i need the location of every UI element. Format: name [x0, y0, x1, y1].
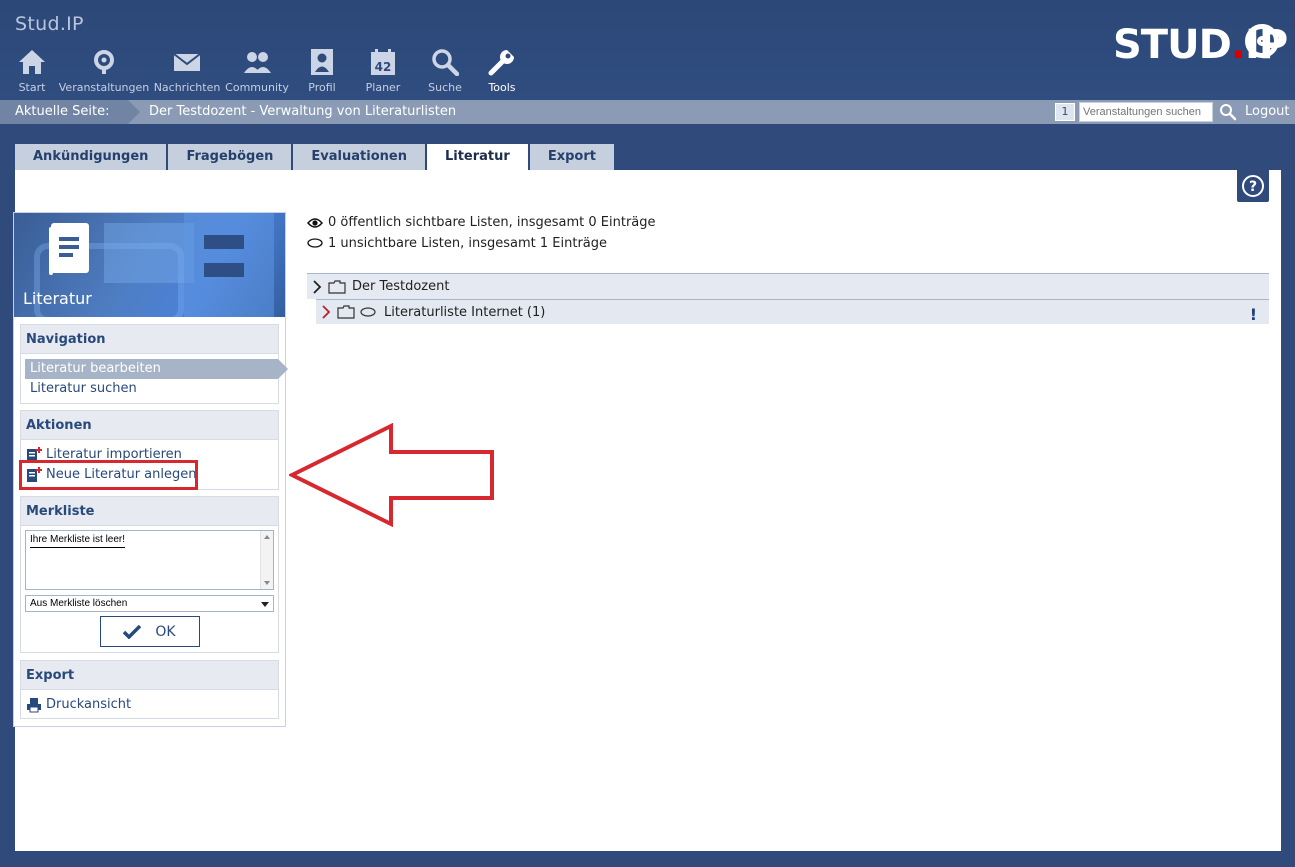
nav-label: Community [225, 81, 289, 94]
search-icon [429, 46, 461, 78]
merkliste-action-select[interactable]: Aus Merkliste löschen [25, 595, 274, 612]
nav-planer[interactable]: 42 Planer [356, 46, 410, 94]
tab-export[interactable]: Export [529, 144, 614, 170]
tab-evaluationen[interactable]: Evaluationen [293, 144, 425, 170]
nav-suche[interactable]: Suche [416, 46, 474, 94]
merkliste-empty-text: Ihre Merkliste ist leer! [30, 534, 126, 548]
nav-tools[interactable]: Tools [480, 46, 524, 94]
nav-veranstaltungen[interactable]: Veranstaltungen [58, 46, 150, 94]
tab-literatur[interactable]: Literatur [426, 144, 528, 171]
section-title: Export [21, 661, 278, 690]
top-header: Stud.IP Start Veranstaltungen Nachrichte… [0, 0, 1295, 100]
section-title: Navigation [21, 325, 278, 354]
logo-ring-icon [1245, 24, 1279, 58]
sidebar-navigation: Navigation Literatur bearbeiten Literatu… [20, 324, 288, 404]
nav-label: Nachrichten [153, 81, 221, 94]
sidebar-item-literatur-bearbeiten[interactable]: Literatur bearbeiten [25, 359, 288, 379]
nav-label: Tools [488, 81, 516, 94]
ok-label: OK [155, 623, 176, 640]
tab-ankuendigungen[interactable]: Ankündigungen [15, 144, 167, 170]
public-lists-text: 0 öffentlich sichtbare Listen, insgesamt… [328, 215, 656, 230]
chevron-right-icon[interactable] [321, 305, 331, 319]
print-view-link[interactable]: Druckansicht [21, 695, 278, 715]
eye-closed-icon [360, 306, 376, 318]
annotation-arrow-icon [287, 422, 497, 531]
merkliste-scrollbar[interactable] [260, 531, 273, 589]
nav-community[interactable]: Community [225, 46, 289, 94]
search-icon[interactable] [1219, 103, 1237, 121]
eye-icon [307, 217, 323, 229]
hidden-lists-stat: 1 unsichtbare Listen, insgesamt 1 Einträ… [307, 236, 607, 251]
help-button[interactable]: ? [1237, 170, 1269, 202]
section-title: Aktionen [21, 411, 278, 440]
eye-closed-icon [307, 237, 323, 250]
merkliste-select-value: Aus Merkliste löschen [30, 598, 128, 609]
breadcrumb-path: Der Testdozent - Verwaltung von Literatu… [149, 104, 457, 119]
tab-frageboegen[interactable]: Fragebögen [168, 144, 292, 170]
calendar-icon: 42 [367, 46, 399, 78]
checkmark-icon [123, 624, 142, 639]
nav-start[interactable]: Start [10, 46, 54, 94]
svg-text:?: ? [1249, 179, 1257, 195]
literature-tree: Der Testdozent Literaturliste Internet (… [307, 273, 1269, 324]
main-panel: ? Literatur Navigation Literatur bearbei… [13, 170, 1281, 851]
nav-label: Veranstaltungen [58, 81, 150, 94]
community-icon [241, 46, 273, 78]
tree-root-row[interactable]: Der Testdozent [307, 274, 1269, 299]
chevron-right-icon[interactable] [312, 279, 322, 294]
nav-profil[interactable]: Profil [294, 46, 350, 94]
tab-bar: Ankündigungen Fragebögen Evaluationen Li… [15, 144, 616, 171]
breadcrumb-label: Aktuelle Seite: [0, 100, 140, 124]
tree-root-label: Der Testdozent [352, 279, 450, 294]
merkliste-listbox[interactable]: Ihre Merkliste ist leer! [25, 530, 274, 590]
warning-marker-icon: ! [1249, 305, 1257, 324]
folder-icon [328, 279, 346, 294]
print-view-label: Druckansicht [46, 697, 132, 712]
sidebar-export: Export Druckansicht [20, 660, 279, 719]
nav-label: Start [18, 81, 46, 94]
course-count-badge: 1 [1055, 103, 1075, 121]
seminar-icon [88, 46, 120, 78]
course-search-input[interactable] [1079, 102, 1213, 122]
tools-icon [486, 46, 518, 78]
profile-icon [306, 46, 338, 78]
section-title: Merkliste [21, 497, 278, 526]
chevron-down-icon [261, 602, 269, 607]
logout-link[interactable]: Logout [1245, 100, 1290, 124]
tree-child-label: Literaturliste Internet (1) [384, 304, 546, 320]
main-nav: Start Veranstaltungen Nachrichten Commun… [10, 46, 530, 94]
help-icon: ? [1242, 175, 1264, 197]
calendar-badge: 42 [375, 60, 392, 74]
sidebar-item-literatur-suchen[interactable]: Literatur suchen [21, 379, 278, 399]
sidebar-header: Literatur [14, 213, 285, 317]
mail-icon [171, 46, 203, 78]
nav-label: Planer [365, 81, 401, 94]
sidebar-title: Literatur [23, 289, 92, 308]
breadcrumb-bar: Aktuelle Seite: Der Testdozent - Verwalt… [0, 100, 1295, 124]
nav-nachrichten[interactable]: Nachrichten [154, 46, 220, 94]
home-icon [16, 46, 48, 78]
public-lists-stat: 0 öffentlich sichtbare Listen, insgesamt… [307, 215, 656, 230]
nav-label: Suche [428, 81, 462, 94]
app-title: Stud.IP [15, 13, 84, 35]
sidebar-merkliste: Merkliste Ihre Merkliste ist leer! Aus M… [20, 496, 279, 653]
tree-child-row[interactable]: Literaturliste Internet (1) [316, 299, 1269, 324]
nav-label: Profil [308, 81, 336, 94]
hidden-lists-text: 1 unsichtbare Listen, insgesamt 1 Einträ… [328, 236, 608, 251]
printer-icon [26, 697, 42, 713]
ok-button[interactable]: OK [99, 616, 200, 647]
folder-icon [337, 305, 355, 319]
annotation-highlight-box [19, 460, 198, 490]
book-icon [47, 221, 91, 281]
